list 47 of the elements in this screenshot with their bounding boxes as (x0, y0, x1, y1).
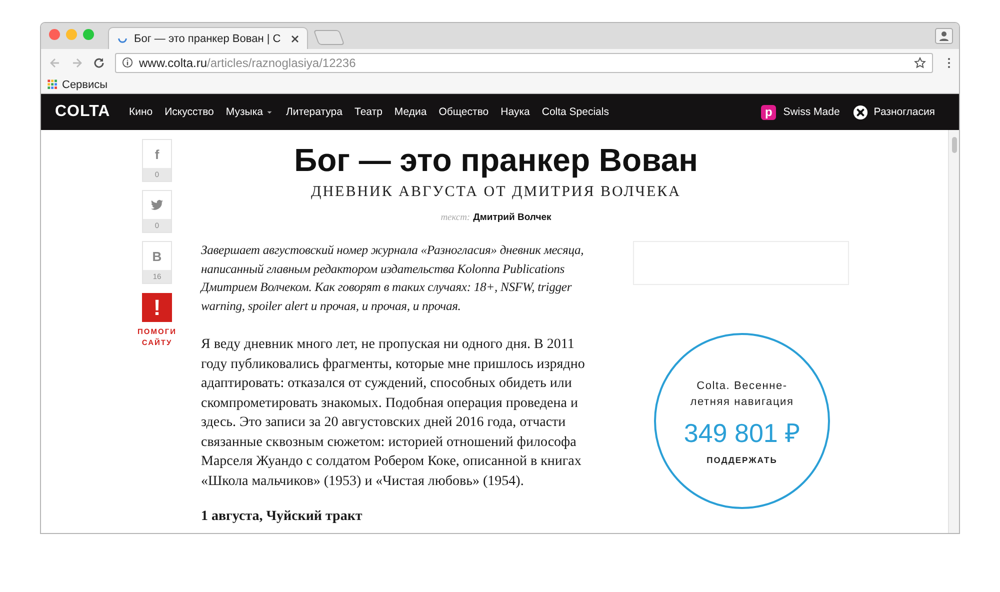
back-icon[interactable] (49, 56, 61, 68)
scroll-thumb[interactable] (952, 137, 956, 153)
donation-amount: 349 801 ₽ (684, 416, 800, 450)
nav-link[interactable]: Наука (500, 106, 530, 118)
close-button[interactable] (49, 29, 60, 40)
article-title: Бог — это пранкер Вован (293, 141, 699, 179)
menu-icon[interactable] (947, 56, 951, 68)
byline-label: текст: (440, 213, 470, 223)
bookmark-item[interactable]: Сервисы (47, 78, 108, 90)
support-link[interactable]: ПОДДЕРЖАТЬ (706, 454, 778, 464)
browser-tab[interactable]: Бог — это пранкер Вован | С (108, 27, 308, 49)
apps-icon (47, 79, 58, 90)
lead-paragraph: Завершает августовский номер журнала «Разногласия» дневник месяца, написанный главным редактором издательства Kolonna Publications Дмитрием Волчеком. Как говорят в таких случаях: 18+, NSFW, trigger warning, spoiler alert и прочая, и прочая, и прочая. (201, 242, 585, 315)
crossed-circle-icon (852, 104, 868, 120)
article-subtitle: ДНЕВНИК АВГУСТА ОТ ДМИТРИЯ ВОЛЧЕКА (310, 184, 682, 201)
reload-icon[interactable] (93, 56, 105, 68)
nav-link[interactable]: Общество (438, 106, 489, 118)
nav-link[interactable]: Искусство (164, 106, 214, 118)
body-paragraph: Я веду дневник много лет, не пропуская ни одного дня. В 2011 году публиковались фрагменты, которые мне пришлось изрядно адаптировать: отказался от суждений, способных обидеть или скомпрометировать знакомых. Подобная операция проведена и здесь. Это записи за 20 августовских дней 2016 года, отчасти связанные сквозным сюжетом: историей отношений философа Марселя Жуандо с солдатом Робером Коке, описанной в книгах «Школа мальчиков» (1953) и «Чистая любовь» (1954). (201, 336, 586, 490)
info-icon (122, 57, 133, 68)
project-link[interactable]: Разногласия (874, 106, 935, 118)
nav-link[interactable]: Театр (354, 106, 382, 118)
minimize-button[interactable] (66, 29, 77, 40)
site-logo[interactable]: COLTA (55, 103, 129, 121)
close-icon[interactable] (291, 34, 299, 42)
project-badge[interactable]: p (761, 104, 776, 120)
project-link[interactable]: Swiss Made (783, 106, 840, 118)
forward-icon[interactable] (71, 56, 83, 68)
nav-link[interactable]: Colta Specials (542, 106, 609, 118)
profile-icon[interactable] (935, 28, 953, 44)
section-heading: 1 августа, Чуйский тракт (201, 508, 364, 526)
address-field[interactable]: www.colta.ru/articles/raznoglasiya/12236 (115, 52, 933, 72)
star-icon[interactable] (914, 56, 926, 68)
nav-link[interactable]: Литература (286, 106, 342, 118)
new-tab-button[interactable] (313, 30, 345, 45)
widget-title: Colta. Весенне-летняя навигация (689, 378, 795, 410)
author-link[interactable]: Дмитрий Волчек (473, 212, 552, 223)
donation-widget[interactable]: Colta. Весенне-летняя навигация 349 801 ₽ ПОДДЕРЖАТЬ (654, 333, 830, 509)
share-glyph: В (152, 248, 162, 264)
donate-button[interactable]: ! (142, 293, 172, 322)
scrollbar[interactable] (948, 130, 959, 533)
share-glyph: f (154, 146, 160, 162)
bird-icon (150, 198, 164, 212)
maximize-button[interactable] (83, 29, 94, 40)
nav-link[interactable]: Кино (129, 106, 153, 118)
nav-link[interactable]: Медиа (394, 106, 427, 118)
nav-link[interactable]: Музыка (226, 106, 274, 118)
